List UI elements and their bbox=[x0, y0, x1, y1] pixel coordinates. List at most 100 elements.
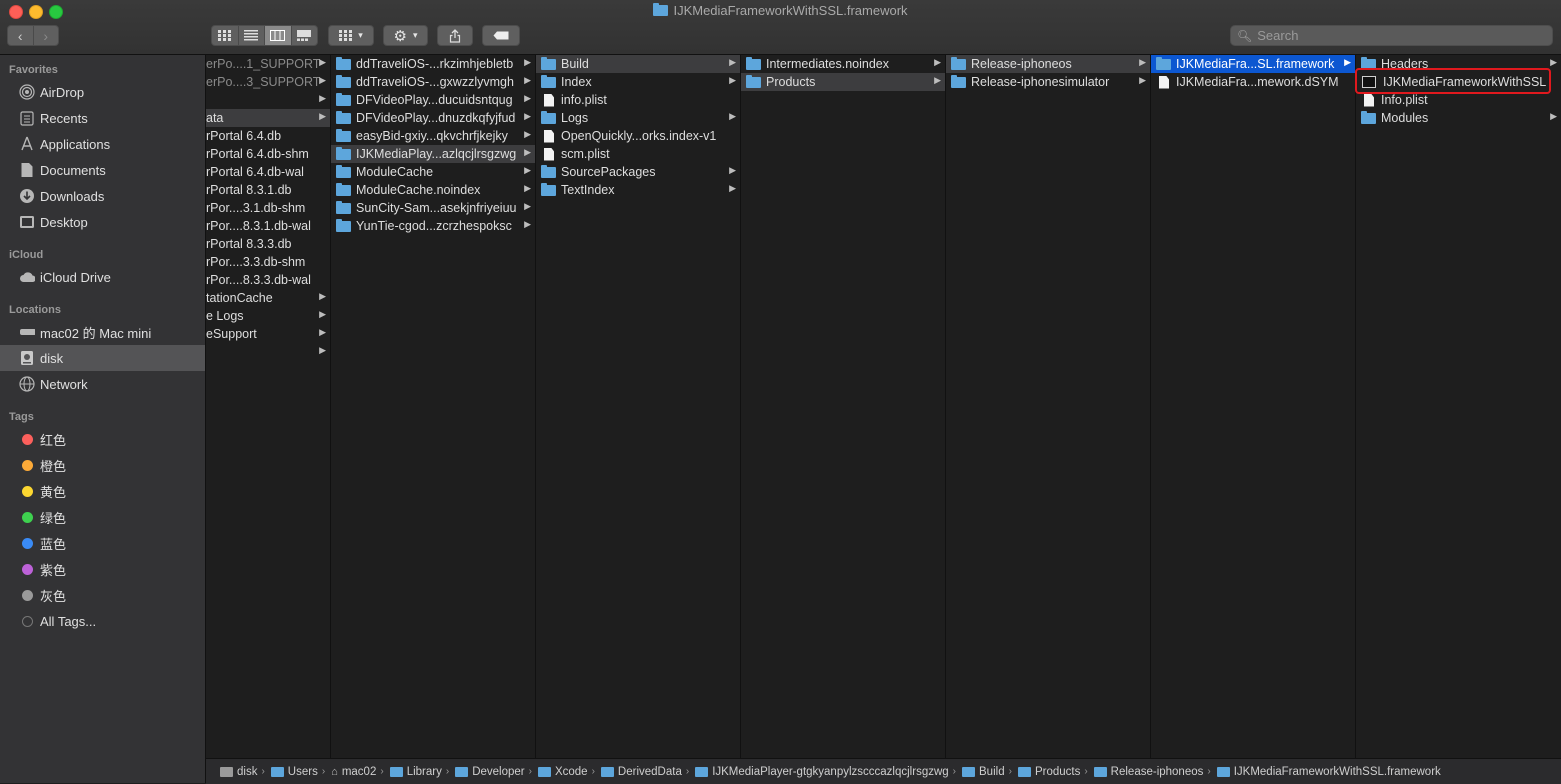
path-crumb[interactable]: Release-iphoneos › bbox=[1092, 766, 1215, 778]
file-row[interactable]: rPortal 8.3.1.db bbox=[206, 181, 330, 199]
file-row[interactable]: rPor....8.3.1.db-wal bbox=[206, 217, 330, 235]
sidebar-tag-purple[interactable]: 紫色 bbox=[0, 556, 205, 582]
file-row[interactable]: OpenQuickly...orks.index-v1 bbox=[536, 127, 740, 145]
gallery-view-button[interactable] bbox=[292, 26, 318, 45]
path-crumb[interactable]: IJKMediaFrameworkWithSSL.framework bbox=[1215, 766, 1441, 778]
forward-button[interactable]: › bbox=[34, 26, 59, 45]
file-row[interactable]: Modules ▶ bbox=[1356, 109, 1561, 127]
sidebar-tag-orange[interactable]: 橙色 bbox=[0, 452, 205, 478]
file-row[interactable]: ModuleCache.noindex ▶ bbox=[331, 181, 535, 199]
file-row[interactable]: easyBid-gxiy...qkvchrfjkejky ▶ bbox=[331, 127, 535, 145]
file-row[interactable]: e Logs ▶ bbox=[206, 307, 330, 325]
sidebar-item-airdrop[interactable]: AirDrop bbox=[0, 79, 205, 105]
path-crumb[interactable]: Users › bbox=[269, 766, 329, 778]
path-crumb[interactable]: Products › bbox=[1016, 766, 1092, 778]
file-row[interactable]: erPo....1_SUPPORT ▶ bbox=[206, 55, 330, 73]
path-crumb[interactable]: disk › bbox=[218, 766, 269, 778]
file-row[interactable]: Intermediates.noindex ▶ bbox=[741, 55, 945, 73]
file-row[interactable]: SourcePackages ▶ bbox=[536, 163, 740, 181]
file-row[interactable]: eSupport ▶ bbox=[206, 325, 330, 343]
path-crumb[interactable]: Library › bbox=[388, 766, 454, 778]
path-crumb[interactable]: Developer › bbox=[453, 766, 536, 778]
green-tag-dot-icon bbox=[21, 511, 33, 523]
folder-icon bbox=[541, 182, 556, 196]
file-row[interactable]: rPortal 8.3.3.db bbox=[206, 235, 330, 253]
sidebar-item-downloads[interactable]: Downloads bbox=[0, 183, 205, 209]
file-row[interactable]: tationCache ▶ bbox=[206, 289, 330, 307]
search-field[interactable]: 🔍︎ bbox=[1230, 25, 1553, 46]
file-row[interactable]: Build ▶ bbox=[536, 55, 740, 73]
file-row[interactable]: YunTie-cgod...zcrzhespoksc ▶ bbox=[331, 217, 535, 235]
file-row[interactable]: scm.plist bbox=[536, 145, 740, 163]
sidebar-item-recents[interactable]: Recents bbox=[0, 105, 205, 131]
path-crumb-label: disk bbox=[237, 765, 258, 778]
file-row[interactable]: ▶ bbox=[206, 91, 330, 109]
disclosure-arrow-icon: ▶ bbox=[319, 309, 326, 319]
path-crumb[interactable]: IJKMediaPlayer-gtgkyanpylzscccazlqcjlrsg… bbox=[693, 766, 960, 778]
back-button[interactable]: ‹ bbox=[8, 26, 34, 45]
disk-icon bbox=[19, 350, 35, 366]
file-row[interactable]: TextIndex ▶ bbox=[536, 181, 740, 199]
file-row[interactable]: ddTraveliOS-...rkzimhjebletb ▶ bbox=[331, 55, 535, 73]
path-separator-icon: › bbox=[952, 766, 957, 777]
column-4[interactable]: Intermediates.noindex ▶ Products ▶ bbox=[741, 55, 946, 758]
column-5[interactable]: Release-iphoneos ▶ Release-iphonesimulator… bbox=[946, 55, 1151, 758]
sidebar-tag-green[interactable]: 绿色 bbox=[0, 504, 205, 530]
path-crumb[interactable]: ⌂ mac02 › bbox=[329, 766, 388, 778]
sidebar-tag-red[interactable]: 红色 bbox=[0, 426, 205, 452]
group-by-button[interactable]: ▾ bbox=[328, 25, 374, 46]
path-crumb[interactable]: Xcode › bbox=[536, 766, 599, 778]
file-row[interactable]: ddTraveliOS-...gxwzzlyvmgh ▶ bbox=[331, 73, 535, 91]
column-7[interactable]: Headers ▶ IJKMediaFrameworkWithSSL Info.pli… bbox=[1356, 55, 1561, 758]
sidebar-tag-blue[interactable]: 蓝色 bbox=[0, 530, 205, 556]
column-1[interactable]: erPo....1_SUPPORT ▶ erPo....3_SUPPORT ▶ ▶ ata… bbox=[206, 55, 331, 758]
sidebar-tag-gray[interactable]: 灰色 bbox=[0, 582, 205, 608]
file-row[interactable]: ModuleCache ▶ bbox=[331, 163, 535, 181]
file-row[interactable]: SunCity-Sam...asekjnfriyeiuu ▶ bbox=[331, 199, 535, 217]
file-row[interactable]: Release-iphonesimulator ▶ bbox=[946, 73, 1150, 91]
search-input[interactable] bbox=[1257, 28, 1538, 43]
file-row[interactable]: rPortal 6.4.db bbox=[206, 127, 330, 145]
sidebar-item-applications[interactable]: Applications bbox=[0, 131, 205, 157]
file-row[interactable]: ▶ bbox=[206, 343, 330, 361]
sidebar-all-tags[interactable]: All Tags... bbox=[0, 608, 205, 634]
file-row[interactable]: Release-iphoneos ▶ bbox=[946, 55, 1150, 73]
file-row[interactable]: Logs ▶ bbox=[536, 109, 740, 127]
file-row[interactable]: IJKMediaPlay...azlqcjlrsgzwg ▶ bbox=[331, 145, 535, 163]
action-button[interactable]: ⚙ ▾ bbox=[383, 25, 428, 46]
list-view-button[interactable] bbox=[239, 26, 265, 45]
path-crumb[interactable]: Build › bbox=[960, 766, 1016, 778]
file-name: SunCity-Sam...asekjnfriyeiuu bbox=[356, 201, 517, 215]
sidebar-tag-yellow[interactable]: 黄色 bbox=[0, 478, 205, 504]
sidebar-item-documents[interactable]: Documents bbox=[0, 157, 205, 183]
file-row[interactable]: ata ▶ bbox=[206, 109, 330, 127]
sidebar-item-network[interactable]: Network bbox=[0, 371, 205, 397]
column-view-button[interactable] bbox=[265, 26, 292, 45]
file-row[interactable]: erPo....3_SUPPORT ▶ bbox=[206, 73, 330, 91]
file-row[interactable]: Products ▶ bbox=[741, 73, 945, 91]
file-row[interactable]: DFVideoPlay...dnuzdkqfyjfud ▶ bbox=[331, 109, 535, 127]
file-row[interactable]: rPor....8.3.3.db-wal bbox=[206, 271, 330, 289]
file-row[interactable]: rPor....3.1.db-shm bbox=[206, 199, 330, 217]
window-title: IJKMediaFrameworkWithSSL.framework bbox=[0, 3, 1561, 18]
file-row[interactable]: rPor....3.3.db-shm bbox=[206, 253, 330, 271]
file-row[interactable]: info.plist bbox=[536, 91, 740, 109]
file-row[interactable]: rPortal 6.4.db-shm bbox=[206, 145, 330, 163]
edit-tags-button[interactable] bbox=[482, 25, 520, 46]
file-row[interactable]: IJKMediaFra...SL.framework ▶ bbox=[1151, 55, 1355, 73]
sidebar-item-desktop[interactable]: Desktop bbox=[0, 209, 205, 235]
file-row[interactable]: Index ▶ bbox=[536, 73, 740, 91]
column-2[interactable]: ddTraveliOS-...rkzimhjebletb ▶ ddTraveliOS… bbox=[331, 55, 536, 758]
file-row[interactable]: rPortal 6.4.db-wal bbox=[206, 163, 330, 181]
sidebar-item-label: 绿色 bbox=[40, 510, 67, 526]
file-row[interactable]: IJKMediaFra...mework.dSYM bbox=[1151, 73, 1355, 91]
sidebar-item-mac-mini[interactable]: mac02 的 Mac mini bbox=[0, 319, 205, 345]
path-crumb[interactable]: DerivedData › bbox=[599, 766, 693, 778]
sidebar-item-disk[interactable]: disk bbox=[0, 345, 205, 371]
sidebar-item-icloud-drive[interactable]: iCloud Drive bbox=[0, 264, 205, 290]
file-row[interactable]: DFVideoPlay...ducuidsntqug ▶ bbox=[331, 91, 535, 109]
share-button[interactable] bbox=[437, 25, 473, 46]
icon-view-button[interactable] bbox=[212, 26, 239, 45]
column-6[interactable]: IJKMediaFra...SL.framework ▶ IJKMediaFra..… bbox=[1151, 55, 1356, 758]
column-3[interactable]: Build ▶ Index ▶ info.plist Logs ▶ OpenQuickly..… bbox=[536, 55, 741, 758]
